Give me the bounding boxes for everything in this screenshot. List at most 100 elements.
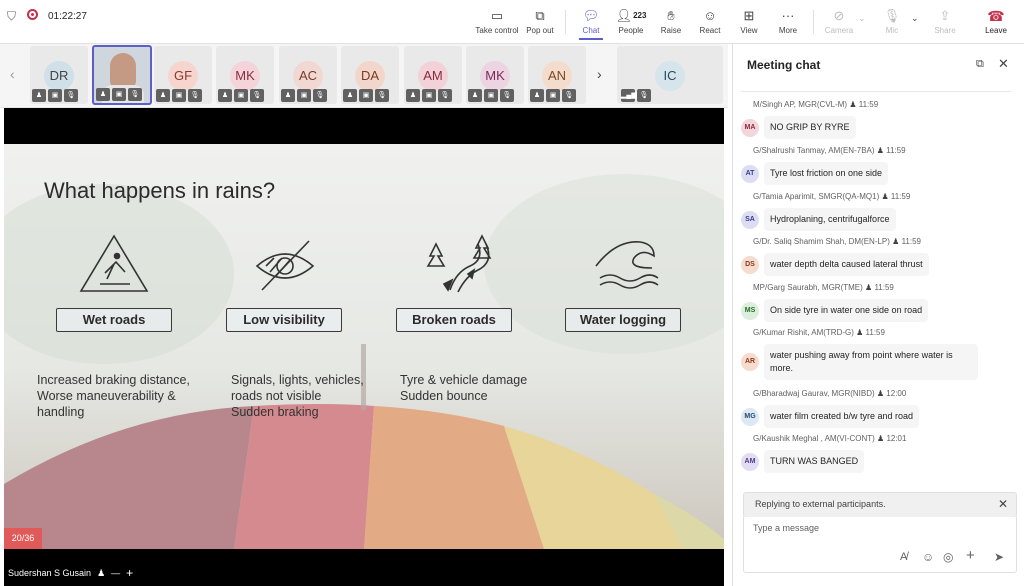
participant-camera-icon: ♟: [406, 89, 420, 102]
external-user-icon: ♟: [853, 328, 866, 337]
shared-screen-stage: What happens in rains? Wet roads Increas…: [4, 108, 724, 586]
participant-tile[interactable]: DR ♟ ▣ 🎙︎: [30, 46, 88, 104]
chat-message: G/Kumar Rishit, AM(TRD-G) ♟ 11:59 AR water…: [741, 327, 1011, 380]
attach-plus-icon[interactable]: +: [966, 547, 975, 564]
message-input[interactable]: Type a message: [753, 523, 819, 533]
react-button[interactable]: ☺ React: [688, 8, 732, 40]
strip-prev-chevron-icon[interactable]: ‹: [10, 66, 15, 82]
toolbar-divider: [813, 10, 814, 34]
slide-page-number: 20/36: [4, 528, 42, 549]
sender-avatar: AR: [741, 353, 759, 371]
message-sender: M/Singh AP, MGR(CVL-M): [753, 100, 848, 109]
toolbar-divider: [565, 10, 566, 34]
message-header: G/Kumar Rishit, AM(TRD-G) ♟ 11:59: [741, 327, 1011, 339]
participant-tile[interactable]: AM ♟ ▣ 🎙︎: [404, 46, 462, 104]
more-button[interactable]: ··· More: [766, 8, 810, 40]
camera-options-chevron-icon[interactable]: ⌄: [858, 13, 866, 24]
share-button[interactable]: ⇪ Share: [923, 8, 967, 40]
message-header: G/Shalrushi Tanmay, AM(EN-7BA) ♟ 11:59: [741, 145, 1011, 157]
participant-tile[interactable]: MK ♟ ▣ 🎙︎: [216, 46, 274, 104]
chat-message: G/Bharadwaj Gaurav, MGR(NIBD) ♟ 12:00 MG w…: [741, 388, 1011, 432]
participant-tile[interactable]: DA ♟ ▣ 🎙︎: [341, 46, 399, 104]
view-button[interactable]: ⊞ View: [727, 8, 771, 40]
chat-message: G/Kaushik Meghal , AM(VI-CONT) ♟ 12:01 AM…: [741, 433, 1011, 477]
message-header: M/Singh AP, MGR(CVL-M) ♟ 11:59: [741, 99, 1011, 111]
banner-dismiss-icon[interactable]: ✕: [998, 497, 1008, 511]
share-icon: ⇪: [939, 8, 951, 23]
participant-avatar: AM: [418, 61, 448, 91]
participant-avatar: MK: [480, 61, 510, 91]
participant-tile[interactable]: AC ♟ ▣ 🎙︎: [279, 46, 337, 104]
chat-message: MP/Garg Saurabh, MGR(TME) ♟ 11:59 MS On si…: [741, 282, 1011, 326]
hang-up-icon: ☎︎: [987, 8, 1005, 24]
participant-tile[interactable]: AN ♟ ▣ 🎙︎: [528, 46, 586, 104]
external-user-icon: ♟: [874, 146, 887, 155]
participant-avatar: MK: [230, 61, 260, 91]
message-time: 11:59: [901, 237, 921, 246]
sender-avatar: MG: [741, 407, 759, 426]
strip-next-chevron-icon[interactable]: ›: [597, 66, 602, 82]
message-time: 11:59: [890, 192, 911, 201]
presenter-caption: Sudershan S Gusain ♟︎ — +: [8, 566, 133, 580]
participant-tile[interactable]: ♟ ▣ 🎙︎: [92, 45, 152, 105]
meeting-chat-panel: Meeting chat ⧉ ✕ M/Singh AP, MGR(CVL-M) …: [732, 44, 1024, 586]
visibility-off-icon: [255, 240, 315, 291]
mic-button[interactable]: 🎙︎ Mic: [870, 8, 914, 40]
participant-mic-off-icon: 🎙︎: [188, 89, 202, 102]
mic-options-chevron-icon[interactable]: ⌄: [911, 13, 919, 24]
low-visibility-label: Low visibility: [226, 308, 342, 332]
participant-mic-off-icon: 🎙︎: [128, 88, 142, 101]
mic-off-icon: 🎙︎: [883, 8, 901, 23]
participant-tile[interactable]: MK ♟ ▣ 🎙︎: [466, 46, 524, 104]
more-dots-icon: ···: [781, 8, 795, 23]
participant-camera-icon: ♟: [156, 89, 170, 102]
message-sender: G/Kaushik Meghal , AM(VI-CONT): [753, 434, 875, 443]
external-user-icon: ♟: [874, 389, 887, 398]
raise-hand-button[interactable]: ✋︎ Raise: [649, 8, 693, 40]
wave-icon: [595, 241, 659, 289]
message-compose-box[interactable]: Type a message A̸ ☺ ◎ + ➤: [743, 517, 1017, 573]
loop-component-icon[interactable]: ◎: [943, 550, 953, 564]
chat-icon: 💬︎: [582, 8, 600, 23]
meeting-timer: 01:22:27: [48, 11, 87, 22]
wet-roads-label: Wet roads: [56, 308, 172, 332]
message-sender: G/Shalrushi Tanmay, AM(EN-7BA): [753, 146, 875, 155]
hand-icon: ✋︎: [667, 8, 675, 23]
format-text-icon[interactable]: A̸: [900, 551, 907, 563]
message-header: MP/Garg Saurabh, MGR(TME) ♟ 11:59: [741, 282, 1011, 294]
participant-tile[interactable]: GF ♟ ▣ 🎙︎: [154, 46, 212, 104]
wet-roads-description: Increased braking distance, Worse maneuv…: [37, 373, 190, 419]
message-body: MS On side tyre in water one side on road: [741, 299, 929, 322]
participant-camera-icon: ♟: [96, 88, 110, 101]
message-time: 11:59: [886, 146, 906, 155]
take-control-button[interactable]: ▭ Take control: [475, 8, 519, 40]
participant-pin-icon: ▣: [297, 89, 311, 102]
pop-out-icon: ⧉: [535, 8, 545, 23]
participant-tile[interactable]: IC ▂▄▆ 🎙︎: [617, 46, 723, 104]
participant-avatar: AN: [542, 61, 572, 91]
people-button[interactable]: 👤︎ 223 People: [609, 8, 653, 40]
pop-out-button[interactable]: ⧉ Pop out: [518, 8, 562, 40]
external-user-icon: ♟: [847, 100, 859, 109]
zoom-out-icon[interactable]: —: [111, 568, 120, 578]
message-body: MG water film created b/w tyre and road: [741, 405, 920, 428]
chat-popout-icon[interactable]: ⧉: [976, 58, 984, 71]
sender-avatar: DS: [741, 255, 759, 274]
send-icon[interactable]: ➤: [994, 550, 1004, 564]
message-header: G/Bharadwaj Gaurav, MGR(NIBD) ♟ 12:00: [741, 388, 1011, 400]
sender-avatar: AT: [741, 164, 759, 183]
participant-camera-icon: ♟: [218, 89, 232, 102]
chat-message: G/Shalrushi Tanmay, AM(EN-7BA) ♟ 11:59 AT…: [741, 145, 1011, 189]
chat-close-icon[interactable]: ✕: [998, 56, 1009, 72]
message-body: AR water pushing away from point where wa…: [741, 344, 978, 380]
emoji-icon[interactable]: ☺: [922, 550, 934, 564]
camera-button[interactable]: ⊘ Camera: [817, 8, 861, 40]
participant-mic-off-icon: 🎙︎: [562, 89, 576, 102]
chat-message: G/Tamia Aparimit, SMGR(QA-MQ1) ♟ 11:59 SA…: [741, 191, 1011, 235]
smiley-icon: ☺: [703, 8, 717, 23]
chat-button[interactable]: 💬︎ Chat: [569, 8, 613, 40]
participant-signal-icon: ▂▄▆: [621, 89, 637, 102]
leave-button[interactable]: ☎︎ Leave: [974, 8, 1018, 40]
zoom-in-icon[interactable]: +: [126, 566, 133, 580]
participant-camera-icon: ♟: [530, 89, 544, 102]
